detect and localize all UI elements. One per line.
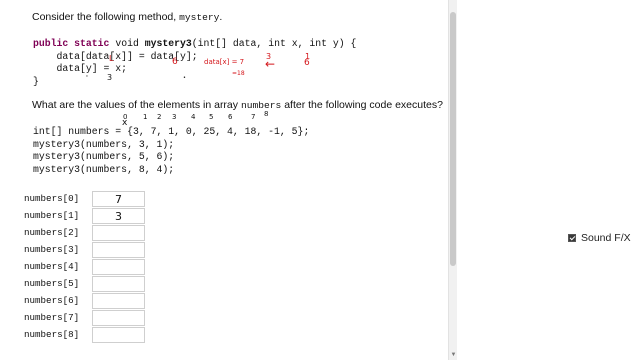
annotation-dot: • <box>183 75 186 81</box>
answer-input-3[interactable] <box>92 242 145 258</box>
answer-input-8[interactable] <box>92 327 145 343</box>
annotation-red-six-2: 6 <box>304 58 310 68</box>
index-mark-4: 4 <box>191 113 196 121</box>
answer-input-7[interactable] <box>92 310 145 326</box>
call-line-3: mystery3(numbers, 5, 6); <box>33 151 175 162</box>
call-line-2: mystery3(numbers, 3, 1); <box>33 138 175 150</box>
answer-row: numbers[0] 7 <box>24 191 148 208</box>
sound-label[interactable]: Sound F/X <box>581 232 631 244</box>
code-function-name: mystery3 <box>144 38 192 49</box>
index-mark-7: 7 <box>251 113 256 121</box>
index-mark-3: 3 <box>172 113 177 121</box>
intro-end: . <box>219 11 223 23</box>
call-code: int[] numbers = {3, 7, 1, 0, 25, 4, 18, … <box>33 126 309 176</box>
question-prompt: What are the values of the elements in a… <box>32 99 443 112</box>
answer-input-5[interactable] <box>92 276 145 292</box>
answer-row: numbers[1] 3 <box>24 208 148 225</box>
answer-row: numbers[6] <box>24 293 148 310</box>
index-mark-1: 1 <box>143 113 148 121</box>
code-line-4: } <box>33 75 39 87</box>
annotation-red-l: L <box>109 54 114 63</box>
answer-label: numbers[1] <box>24 210 80 221</box>
index-mark-6: 6 <box>228 113 233 121</box>
answer-row: numbers[8] <box>24 327 148 344</box>
vertical-scrollbar[interactable]: ▼ <box>448 0 457 360</box>
answer-input-6[interactable] <box>92 293 145 309</box>
code-signature: (int[] data, int x, int y) { <box>191 38 357 49</box>
code-keyword: public static <box>33 38 110 49</box>
call-line-4: mystery3(numbers, 8, 4); <box>33 163 175 175</box>
code-line-3: data[y] = x; <box>33 63 128 74</box>
answer-input-2[interactable] <box>92 225 145 241</box>
annotation-red-value: =18 <box>232 70 245 77</box>
answer-label: numbers[0] <box>24 193 80 204</box>
code-segment: void <box>109 38 145 49</box>
scrollbar-thumb[interactable] <box>450 12 456 266</box>
array-name: numbers <box>240 100 282 111</box>
answer-input-4[interactable] <box>92 259 145 275</box>
answer-label: numbers[4] <box>24 261 80 272</box>
prompt-after: after the following code executes? <box>284 99 443 111</box>
answer-label: numbers[8] <box>24 329 80 340</box>
answer-input-0[interactable]: 7 <box>92 191 145 207</box>
call-line-1: int[] numbers = {3, 7, 1, 0, 25, 4, 18, … <box>33 126 310 137</box>
answer-input-1[interactable]: 3 <box>92 208 145 224</box>
annotation-red-arrow: ← <box>265 57 276 71</box>
answer-row: numbers[7] <box>24 310 148 327</box>
answer-label: numbers[2] <box>24 227 80 238</box>
answer-row: numbers[2] <box>24 225 148 242</box>
answer-label: numbers[3] <box>24 244 80 255</box>
method-name: mystery <box>179 12 220 23</box>
side-panel <box>457 0 640 360</box>
index-mark-8: 8 <box>264 110 269 118</box>
answer-label: numbers[6] <box>24 295 80 306</box>
question-panel: Consider the following method, mystery. … <box>0 0 448 360</box>
answer-row: numbers[4] <box>24 259 148 276</box>
annotation-three: 3 <box>107 73 113 82</box>
annotation-red-note: data[x] = 7 <box>204 58 245 66</box>
sound-fx-toggle[interactable]: Sound F/X <box>568 232 631 244</box>
annotation-red-six: 6 <box>172 57 178 67</box>
annotation-tick: ' <box>86 74 88 82</box>
prompt-before: What are the values of the elements in a… <box>32 99 239 111</box>
answer-row: numbers[5] <box>24 276 148 293</box>
answer-label: numbers[7] <box>24 312 80 323</box>
answer-label: numbers[5] <box>24 278 80 289</box>
intro-text: Consider the following method, mystery. <box>32 11 222 24</box>
intro-label: Consider the following method, <box>32 11 177 23</box>
index-mark-2: 2 <box>157 113 162 121</box>
sound-checkbox[interactable] <box>568 234 576 242</box>
index-mark-5: 5 <box>209 113 214 121</box>
strike-mark: x <box>122 118 128 128</box>
answer-row: numbers[3] <box>24 242 148 259</box>
